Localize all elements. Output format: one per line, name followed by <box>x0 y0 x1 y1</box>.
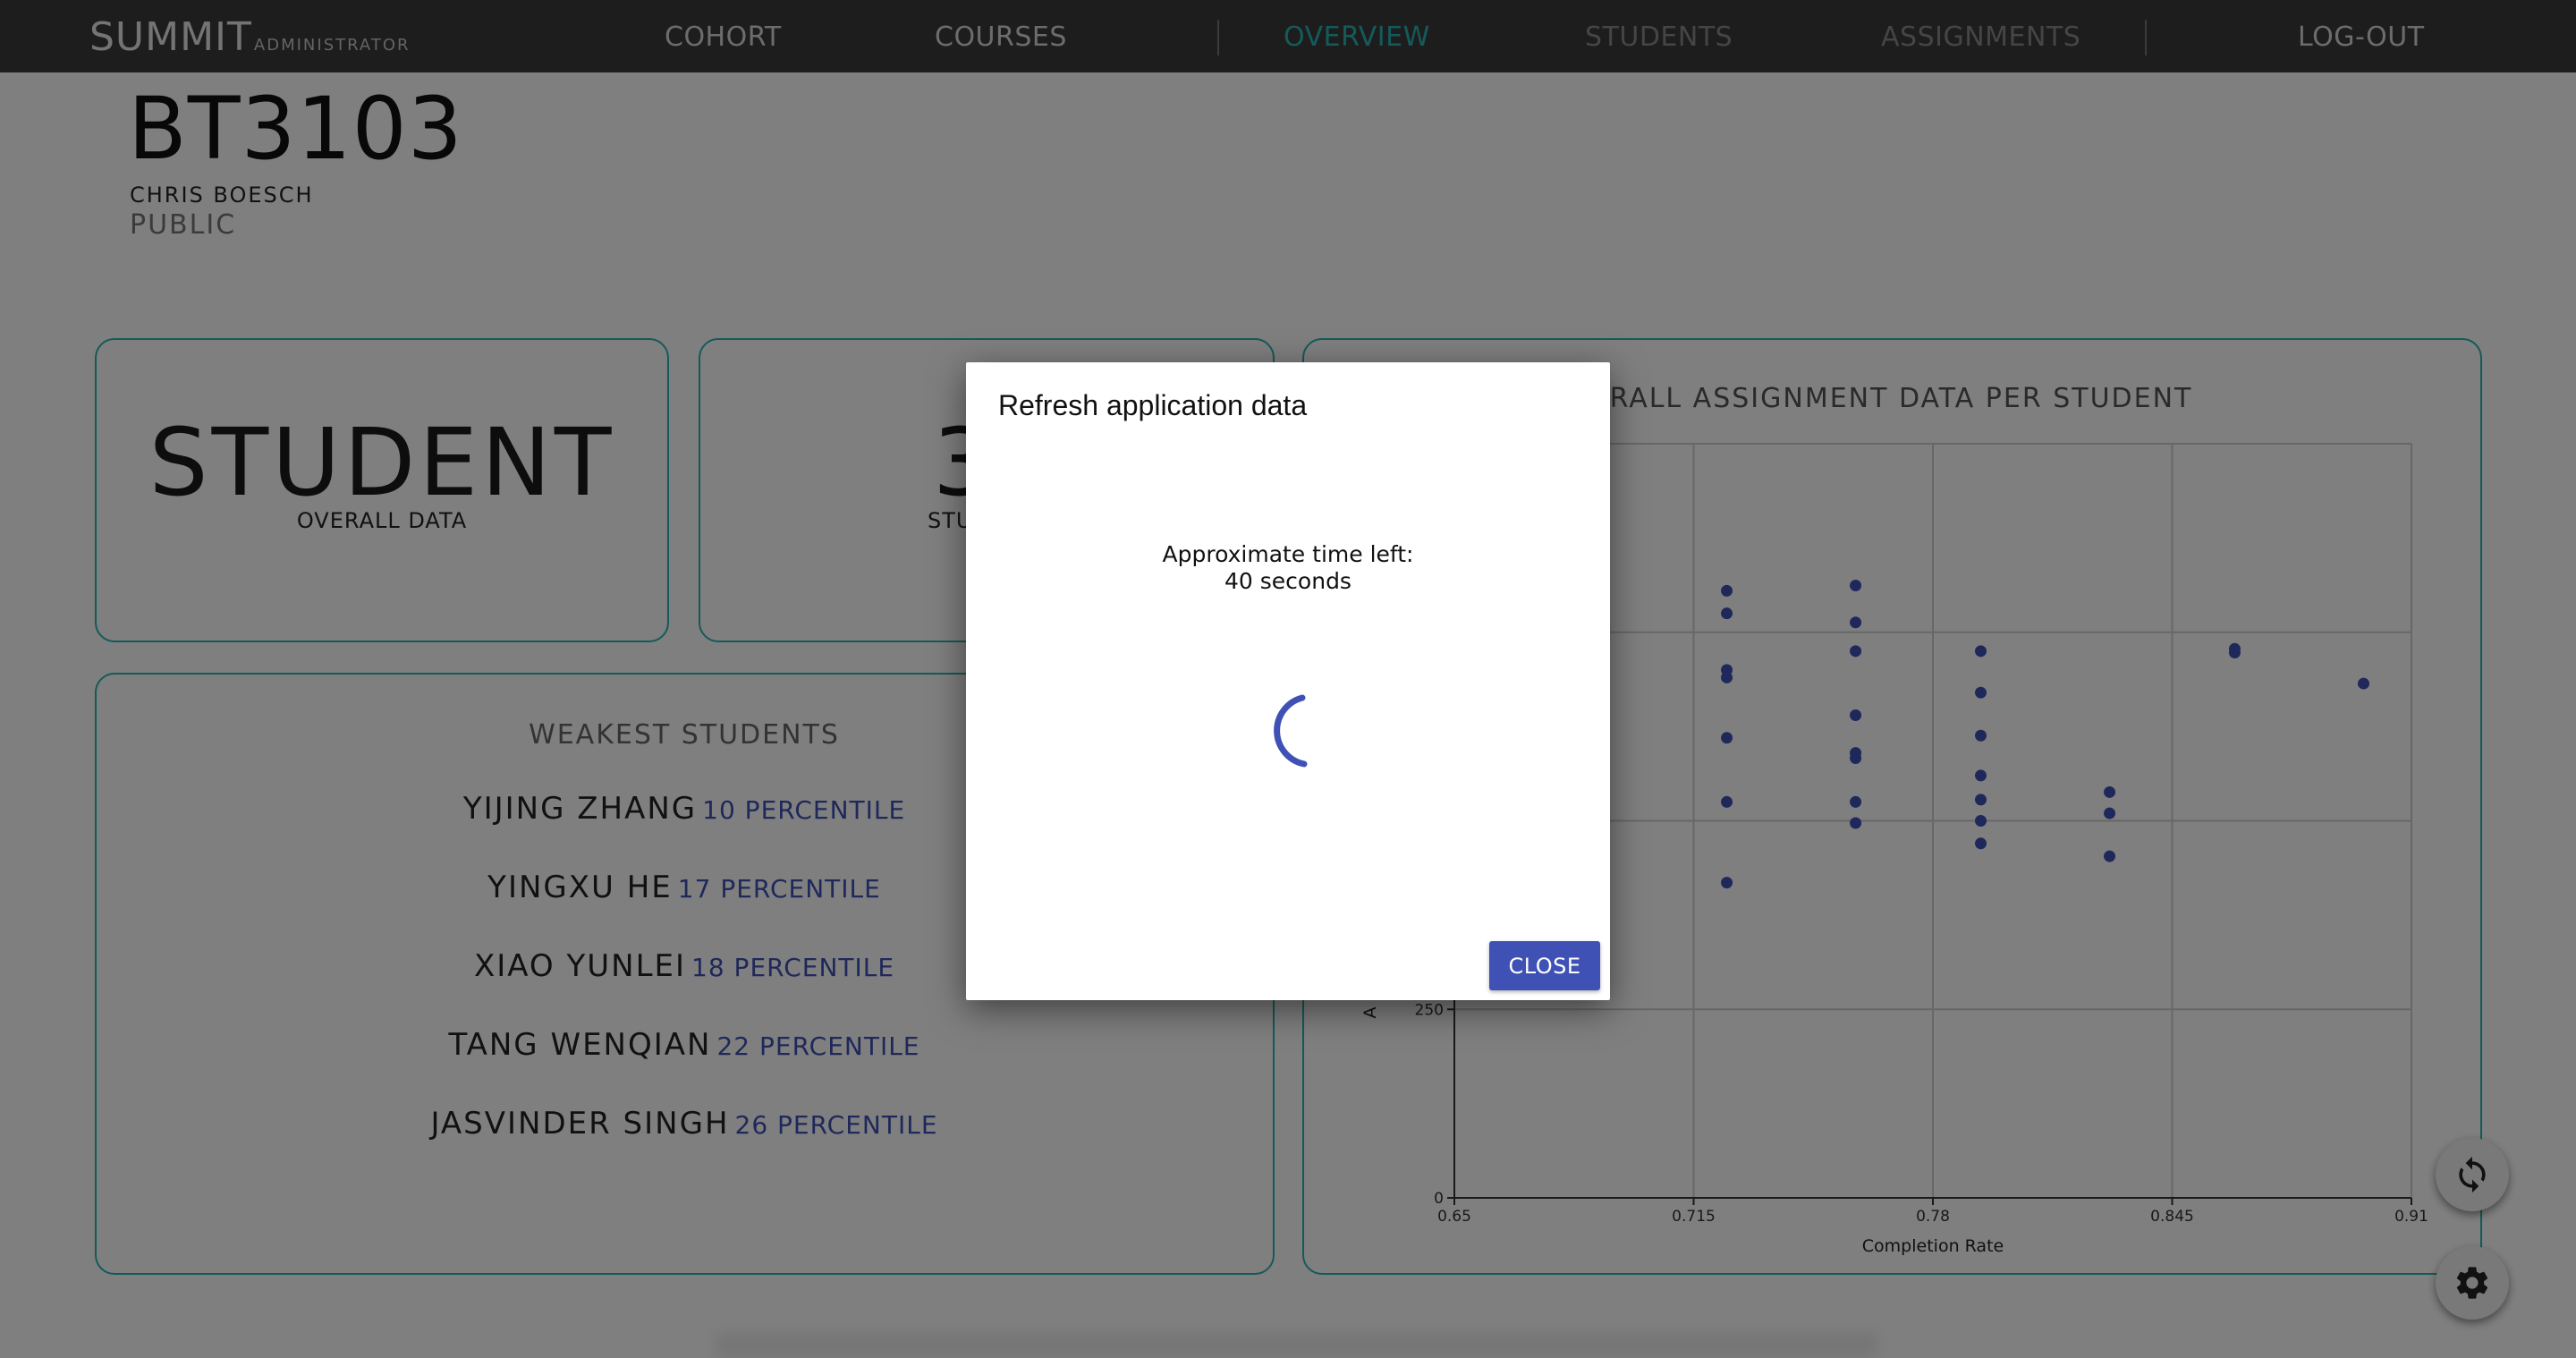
close-button[interactable]: CLOSE <box>1489 941 1600 990</box>
dialog-title: Refresh application data <box>998 389 1308 421</box>
time-left-value: 40 seconds <box>1224 568 1352 594</box>
loading-spinner-icon <box>1274 694 1308 768</box>
time-left-text: Approximate time left: 40 seconds <box>966 541 1610 595</box>
time-left-label: Approximate time left: <box>1162 541 1414 567</box>
refresh-dialog: Refresh application data Approximate tim… <box>966 362 1610 1000</box>
